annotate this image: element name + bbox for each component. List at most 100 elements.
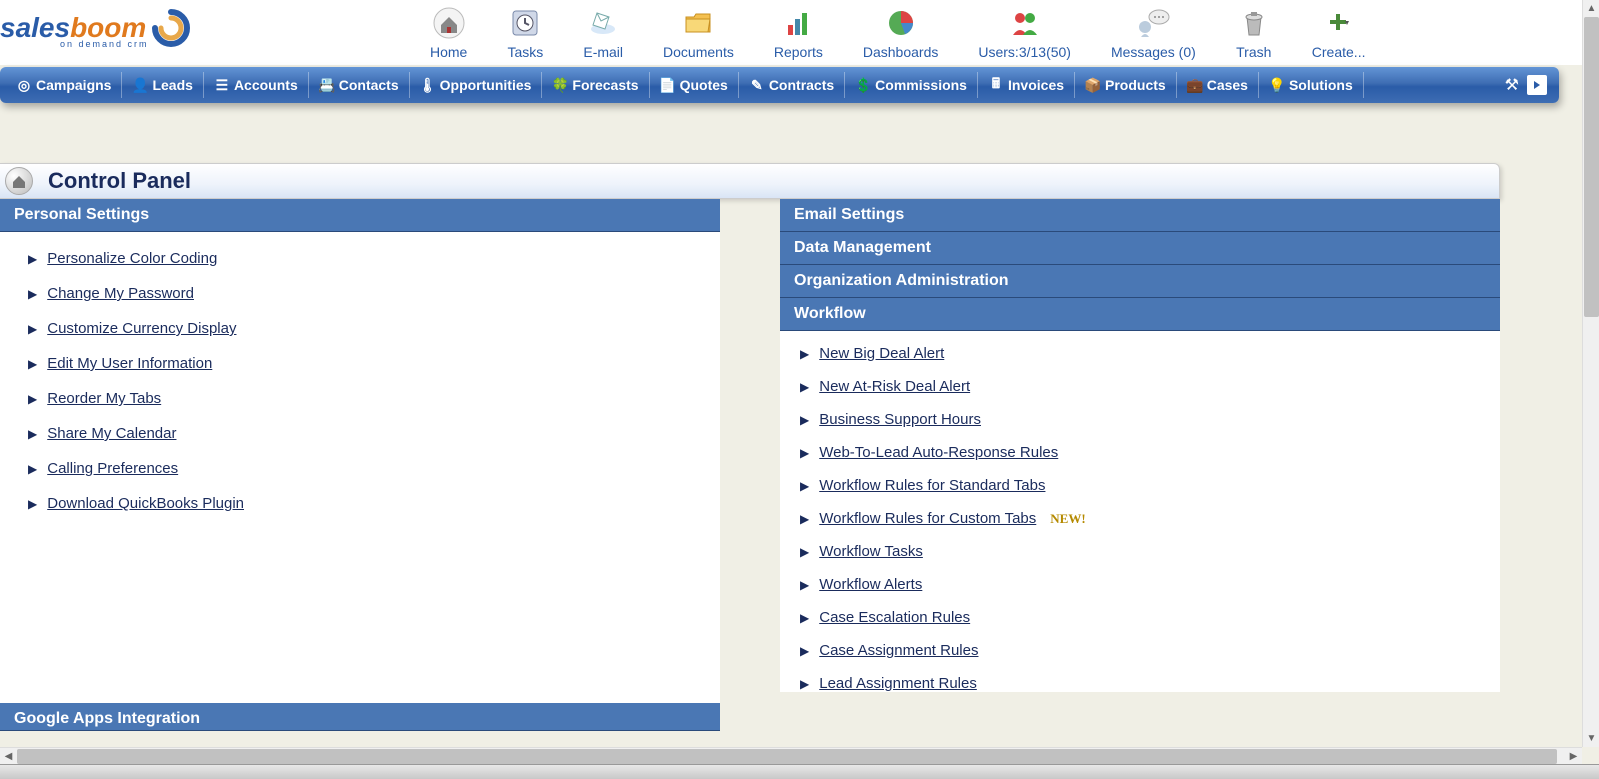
link-web-to-lead[interactable]: Web-To-Lead Auto-Response Rules bbox=[819, 444, 1058, 461]
box-icon: 📦 bbox=[1085, 77, 1101, 93]
horizontal-scrollbar[interactable]: ◀ ▶ bbox=[0, 747, 1582, 764]
nav-campaigns[interactable]: ◎Campaigns bbox=[6, 72, 122, 98]
toolbar-dashboards[interactable]: Dashboards bbox=[863, 5, 939, 60]
section-personal-settings[interactable]: Personal Settings bbox=[0, 199, 720, 232]
triangle-icon: ▶ bbox=[28, 497, 37, 511]
page-home-icon[interactable] bbox=[5, 167, 33, 195]
link-case-assignment[interactable]: Case Assignment Rules bbox=[819, 642, 978, 659]
link-share-calendar[interactable]: Share My Calendar bbox=[47, 425, 176, 442]
nav-products[interactable]: 📦Products bbox=[1075, 72, 1177, 98]
link-workflow-tasks[interactable]: Workflow Tasks bbox=[819, 543, 923, 560]
triangle-icon: ▶ bbox=[800, 545, 809, 559]
list-item: ▶ Workflow Tasks bbox=[800, 543, 1482, 560]
link-workflow-custom[interactable]: Workflow Rules for Custom Tabs bbox=[819, 510, 1036, 527]
triangle-icon: ▶ bbox=[28, 392, 37, 406]
nav-scroll-right[interactable] bbox=[1527, 75, 1547, 95]
link-support-hours[interactable]: Business Support Hours bbox=[819, 411, 981, 428]
nav-accounts[interactable]: ☰Accounts bbox=[204, 72, 309, 98]
scroll-up-icon[interactable]: ▲ bbox=[1583, 0, 1599, 17]
section-org-admin[interactable]: Organization Administration bbox=[780, 265, 1500, 298]
toolbar-home[interactable]: Home bbox=[430, 5, 467, 60]
home-icon bbox=[431, 5, 467, 41]
bulb-icon: 💡 bbox=[1269, 77, 1285, 93]
link-workflow-alerts[interactable]: Workflow Alerts bbox=[819, 576, 922, 593]
scroll-thumb-vertical[interactable] bbox=[1584, 17, 1599, 317]
link-lead-assignment[interactable]: Lead Assignment Rules bbox=[819, 675, 977, 692]
toolbar-users[interactable]: Users:3/13(50) bbox=[978, 5, 1071, 60]
toolbar-messages[interactable]: Messages (0) bbox=[1111, 5, 1196, 60]
section-data-management[interactable]: Data Management bbox=[780, 232, 1500, 265]
nav-contacts[interactable]: 📇Contacts bbox=[309, 72, 410, 98]
link-at-risk-alert[interactable]: New At-Risk Deal Alert bbox=[819, 378, 970, 395]
link-case-escalation[interactable]: Case Escalation Rules bbox=[819, 609, 970, 626]
list-item: ▶ Lead Assignment Rules bbox=[800, 675, 1482, 692]
list-item: ▶ Case Assignment Rules bbox=[800, 642, 1482, 659]
section-email-settings[interactable]: Email Settings bbox=[780, 199, 1500, 232]
triangle-icon: ▶ bbox=[800, 446, 809, 460]
triangle-icon: ▶ bbox=[28, 287, 37, 301]
scroll-left-icon[interactable]: ◀ bbox=[0, 748, 17, 765]
nav-commissions[interactable]: 💲Commissions bbox=[845, 72, 978, 98]
nav-wrench-icon[interactable]: ⚒ bbox=[1505, 75, 1519, 95]
triangle-icon: ▶ bbox=[800, 644, 809, 658]
scroll-down-icon[interactable]: ▼ bbox=[1583, 730, 1599, 747]
leaf-icon: 🍀 bbox=[552, 77, 568, 93]
toolbar-create[interactable]: Create... bbox=[1312, 5, 1366, 60]
link-reorder-tabs[interactable]: Reorder My Tabs bbox=[47, 390, 161, 407]
page-header: Control Panel bbox=[0, 163, 1500, 199]
left-spacer bbox=[0, 538, 720, 703]
section-workflow[interactable]: Workflow bbox=[780, 298, 1500, 331]
triangle-icon: ▶ bbox=[800, 479, 809, 493]
triangle-icon: ▶ bbox=[800, 413, 809, 427]
link-workflow-standard[interactable]: Workflow Rules for Standard Tabs bbox=[819, 477, 1045, 494]
top-bar: salesboom on demand crm Home Tasks E-mai… bbox=[0, 0, 1599, 65]
link-big-deal-alert[interactable]: New Big Deal Alert bbox=[819, 345, 944, 362]
link-currency-display[interactable]: Customize Currency Display bbox=[47, 320, 236, 337]
toolbar-tasks[interactable]: Tasks bbox=[507, 5, 543, 60]
nav-invoices[interactable]: 🖩Invoices bbox=[978, 72, 1075, 98]
nav-cases[interactable]: 💼Cases bbox=[1177, 72, 1259, 98]
list-item: ▶New Big Deal Alert bbox=[800, 345, 1482, 362]
link-personalize-color[interactable]: Personalize Color Coding bbox=[47, 250, 217, 267]
list-item: ▶ Workflow Alerts bbox=[800, 576, 1482, 593]
nav-opportunities[interactable]: 🌡Opportunities bbox=[410, 72, 543, 98]
triangle-icon: ▶ bbox=[800, 677, 809, 691]
vertical-scrollbar[interactable]: ▲ ▼ bbox=[1582, 0, 1599, 747]
logo[interactable]: salesboom on demand crm bbox=[0, 0, 200, 55]
section-google-apps[interactable]: Google Apps Integration bbox=[0, 703, 720, 731]
coins-icon: 💲 bbox=[855, 77, 871, 93]
link-download-quickbooks[interactable]: Download QuickBooks Plugin bbox=[47, 495, 244, 512]
pen-icon: ✎ bbox=[749, 77, 765, 93]
logo-subtitle: on demand crm bbox=[60, 39, 149, 49]
toolbar-reports[interactable]: Reports bbox=[774, 5, 823, 60]
left-column: Personal Settings ▶ Personalize Color Cod… bbox=[0, 199, 720, 731]
toolbar-documents[interactable]: Documents bbox=[663, 5, 734, 60]
link-calling-prefs[interactable]: Calling Preferences bbox=[47, 460, 178, 477]
nav-leads[interactable]: 👤Leads bbox=[122, 72, 203, 98]
scroll-right-icon[interactable]: ▶ bbox=[1565, 748, 1582, 765]
scroll-thumb-horizontal[interactable] bbox=[17, 749, 1557, 764]
clock-icon bbox=[507, 5, 543, 41]
mail-icon bbox=[585, 5, 621, 41]
list-item: ▶Calling Preferences bbox=[28, 460, 692, 477]
nav-forecasts[interactable]: 🍀Forecasts bbox=[542, 72, 649, 98]
chat-icon bbox=[1135, 5, 1171, 41]
toolbar-trash[interactable]: Trash bbox=[1236, 5, 1272, 60]
pie-icon bbox=[883, 5, 919, 41]
new-badge: NEW! bbox=[1050, 511, 1085, 527]
nav-tools: ⚒ bbox=[1505, 75, 1553, 95]
triangle-icon: ▶ bbox=[800, 611, 809, 625]
window-bottom-strip bbox=[0, 764, 1599, 779]
toolbar-email[interactable]: E-mail bbox=[583, 5, 623, 60]
triangle-icon: ▶ bbox=[800, 512, 809, 526]
note-icon: 📄 bbox=[660, 77, 676, 93]
list-item: ▶ Download QuickBooks Plugin bbox=[28, 495, 692, 512]
nav-solutions[interactable]: 💡Solutions bbox=[1259, 72, 1364, 98]
nav-contracts[interactable]: ✎Contracts bbox=[739, 72, 845, 98]
nav-quotes[interactable]: 📄Quotes bbox=[650, 72, 739, 98]
page-title: Control Panel bbox=[48, 168, 191, 194]
triangle-icon: ▶ bbox=[800, 578, 809, 592]
users-icon bbox=[1007, 5, 1043, 41]
link-edit-user-info[interactable]: Edit My User Information bbox=[47, 355, 212, 372]
link-change-password[interactable]: Change My Password bbox=[47, 285, 194, 302]
